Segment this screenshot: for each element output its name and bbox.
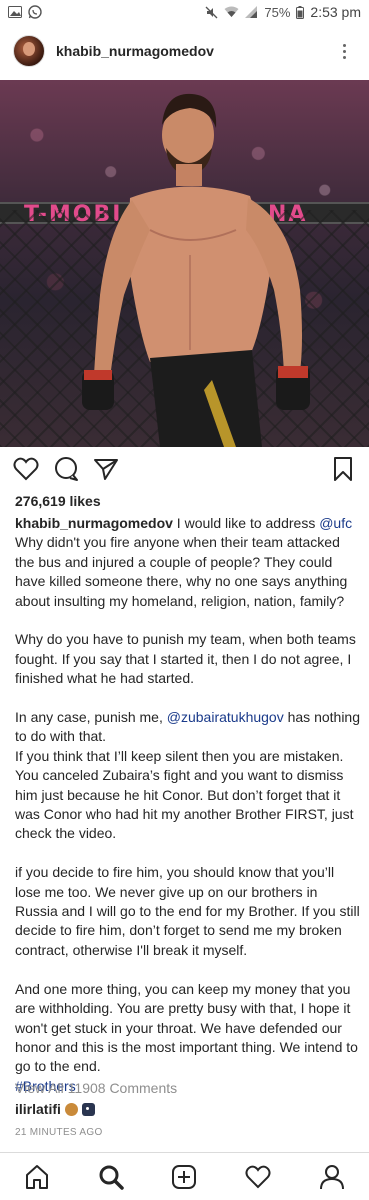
post-username[interactable]: khabib_nurmagomedov xyxy=(56,43,214,59)
profile-icon[interactable] xyxy=(310,1155,354,1199)
caption-paragraph: And one more thing, you can keep my mone… xyxy=(15,980,358,1075)
new-post-icon[interactable] xyxy=(162,1155,206,1199)
caption-username[interactable]: khabib_nurmagomedov xyxy=(15,515,173,531)
save-bookmark-icon[interactable] xyxy=(329,455,357,483)
caption-paragraph: khabib_nurmagomedov I would like to addr… xyxy=(15,514,360,611)
whatsapp-icon xyxy=(28,5,42,19)
status-right: 75% 2:53 pm xyxy=(205,4,361,20)
photo-fighter xyxy=(82,93,310,447)
post-timestamp: 21 MINUTES AGO xyxy=(15,1127,103,1138)
mention-ufc[interactable]: @ufc xyxy=(319,515,352,531)
mention-zubairatukhugov[interactable]: @zubairatukhugov xyxy=(167,709,284,725)
status-left xyxy=(8,5,42,19)
post-header: khabib_nurmagomedov xyxy=(0,24,369,78)
comment-username[interactable]: ilirlatifi xyxy=(15,1101,61,1117)
caption-paragraph: In any case, punish me, @zubairatukhugov… xyxy=(15,708,360,747)
post-photo[interactable]: T-MOBI NA xyxy=(0,80,369,447)
activity-heart-icon[interactable] xyxy=(236,1155,280,1199)
clock: 2:53 pm xyxy=(310,4,361,20)
battery-percent: 75% xyxy=(264,4,291,20)
avatar[interactable] xyxy=(13,35,45,67)
caption-text: Why didn't you fire anyone when their te… xyxy=(15,534,348,609)
caption-text: In any case, punish me, xyxy=(15,709,167,726)
mute-icon xyxy=(205,6,218,19)
wifi-icon xyxy=(224,6,239,18)
night-sky-emoji-icon xyxy=(81,1102,95,1116)
fist-emoji-icon xyxy=(64,1102,78,1116)
status-bar: 75% 2:53 pm xyxy=(0,0,369,24)
comment-icon[interactable] xyxy=(52,455,80,483)
signal-icon xyxy=(245,6,258,18)
gallery-icon xyxy=(8,6,22,18)
share-icon[interactable] xyxy=(92,455,120,483)
home-icon[interactable] xyxy=(15,1155,59,1199)
like-heart-icon[interactable] xyxy=(12,455,40,483)
bottom-navigation xyxy=(0,1152,369,1200)
search-icon[interactable] xyxy=(89,1155,133,1199)
likes-count[interactable]: 276,619 likes xyxy=(15,493,101,509)
caption-paragraph: if you decide to fire him, you should kn… xyxy=(15,864,360,958)
view-all-comments-link[interactable]: View All 11908 Comments xyxy=(15,1080,177,1096)
caption-text: I would like to address xyxy=(172,515,320,531)
comment-row: ilirlatifi xyxy=(15,1101,95,1117)
post-actions xyxy=(0,449,369,489)
post-caption: khabib_nurmagomedov I would like to addr… xyxy=(15,514,360,1096)
caption-paragraph: Why do you have to punish my team, when … xyxy=(15,631,356,687)
battery-icon xyxy=(296,5,305,19)
caption-paragraph: If you think that I’ll keep silent then … xyxy=(15,747,354,842)
more-options-icon[interactable] xyxy=(332,39,356,63)
